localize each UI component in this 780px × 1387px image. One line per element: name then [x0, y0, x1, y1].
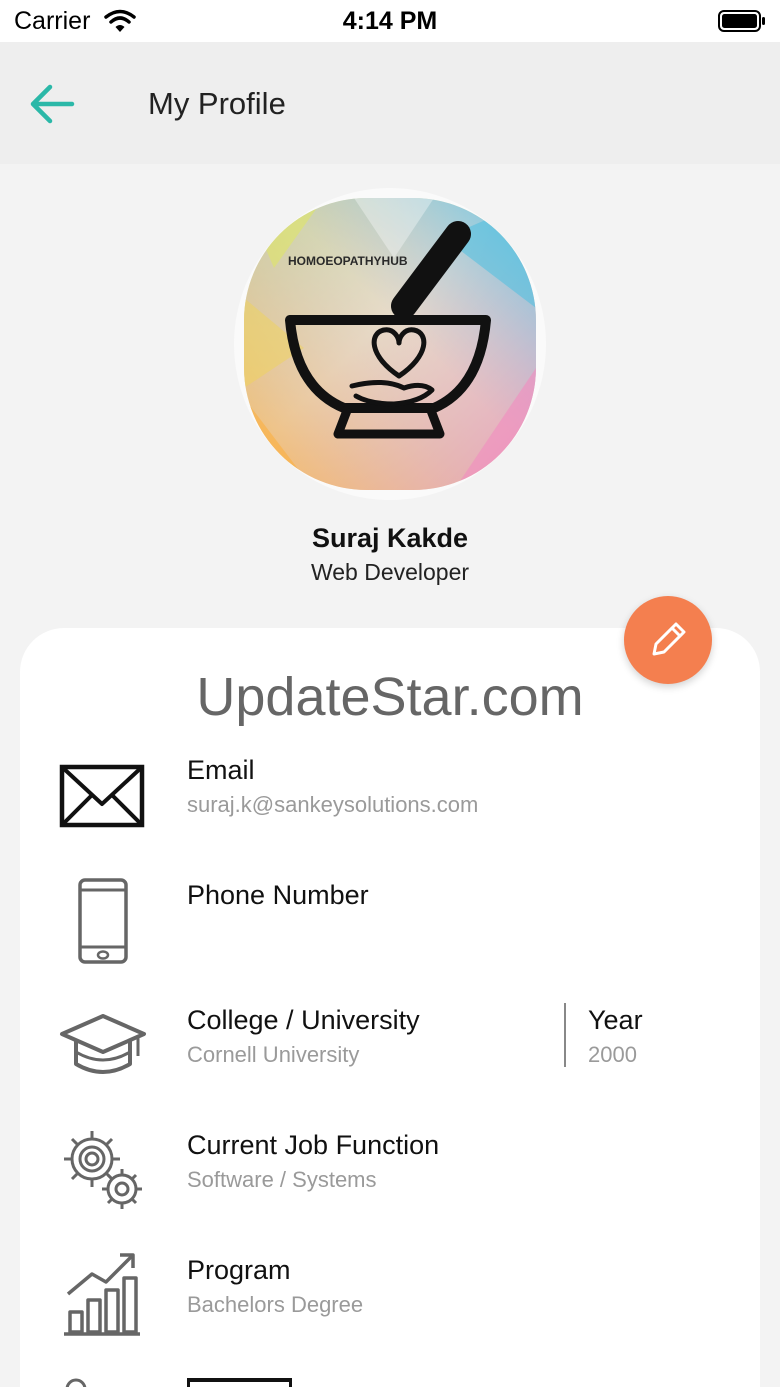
battery-icon	[718, 10, 766, 37]
homeopathy-logo-icon: HOMOEOPATHYHUB	[244, 198, 536, 490]
year-label: Year	[588, 1005, 643, 1035]
logo-brand-text: HOMOEOPATHYHUB	[288, 254, 408, 268]
profile-name: Suraj Kakde	[311, 523, 469, 553]
avatar[interactable]: HOMOEOPATHYHUB	[244, 198, 536, 490]
job-function-label: Current Job Function	[187, 1130, 440, 1160]
email-label: Email	[187, 755, 255, 785]
status-time: 4:14 PM	[342, 7, 438, 35]
location-pin-icon	[64, 1376, 88, 1387]
app-header: My Profile	[0, 42, 780, 164]
college-label: College / University	[187, 1005, 420, 1035]
envelope-icon	[58, 764, 146, 833]
program-value: Bachelors Degree	[187, 1292, 364, 1317]
college-year-divider	[564, 1003, 566, 1067]
back-arrow-icon	[30, 84, 75, 124]
job-function-value: Software / Systems	[187, 1167, 377, 1192]
college-value: Cornell University	[187, 1042, 360, 1067]
year-value: 2000	[588, 1042, 637, 1067]
next-row-label-partial	[187, 1378, 292, 1387]
phone-label: Phone Number	[187, 880, 369, 910]
phone-icon	[76, 877, 130, 970]
watermark-text: UpdateStar.com	[196, 667, 584, 727]
profile-role: Web Developer	[310, 559, 470, 585]
pencil-icon	[652, 622, 686, 656]
graduation-cap-icon	[58, 1010, 148, 1085]
gears-icon	[60, 1127, 148, 1218]
growth-chart-icon	[62, 1250, 142, 1343]
status-bar: Carrier 4:14 PM	[0, 0, 780, 42]
page-title: My Profile	[148, 86, 286, 121]
back-button[interactable]	[26, 82, 82, 126]
program-label: Program	[187, 1255, 291, 1285]
email-value: suraj.k@sankeysolutions.com	[187, 792, 479, 817]
